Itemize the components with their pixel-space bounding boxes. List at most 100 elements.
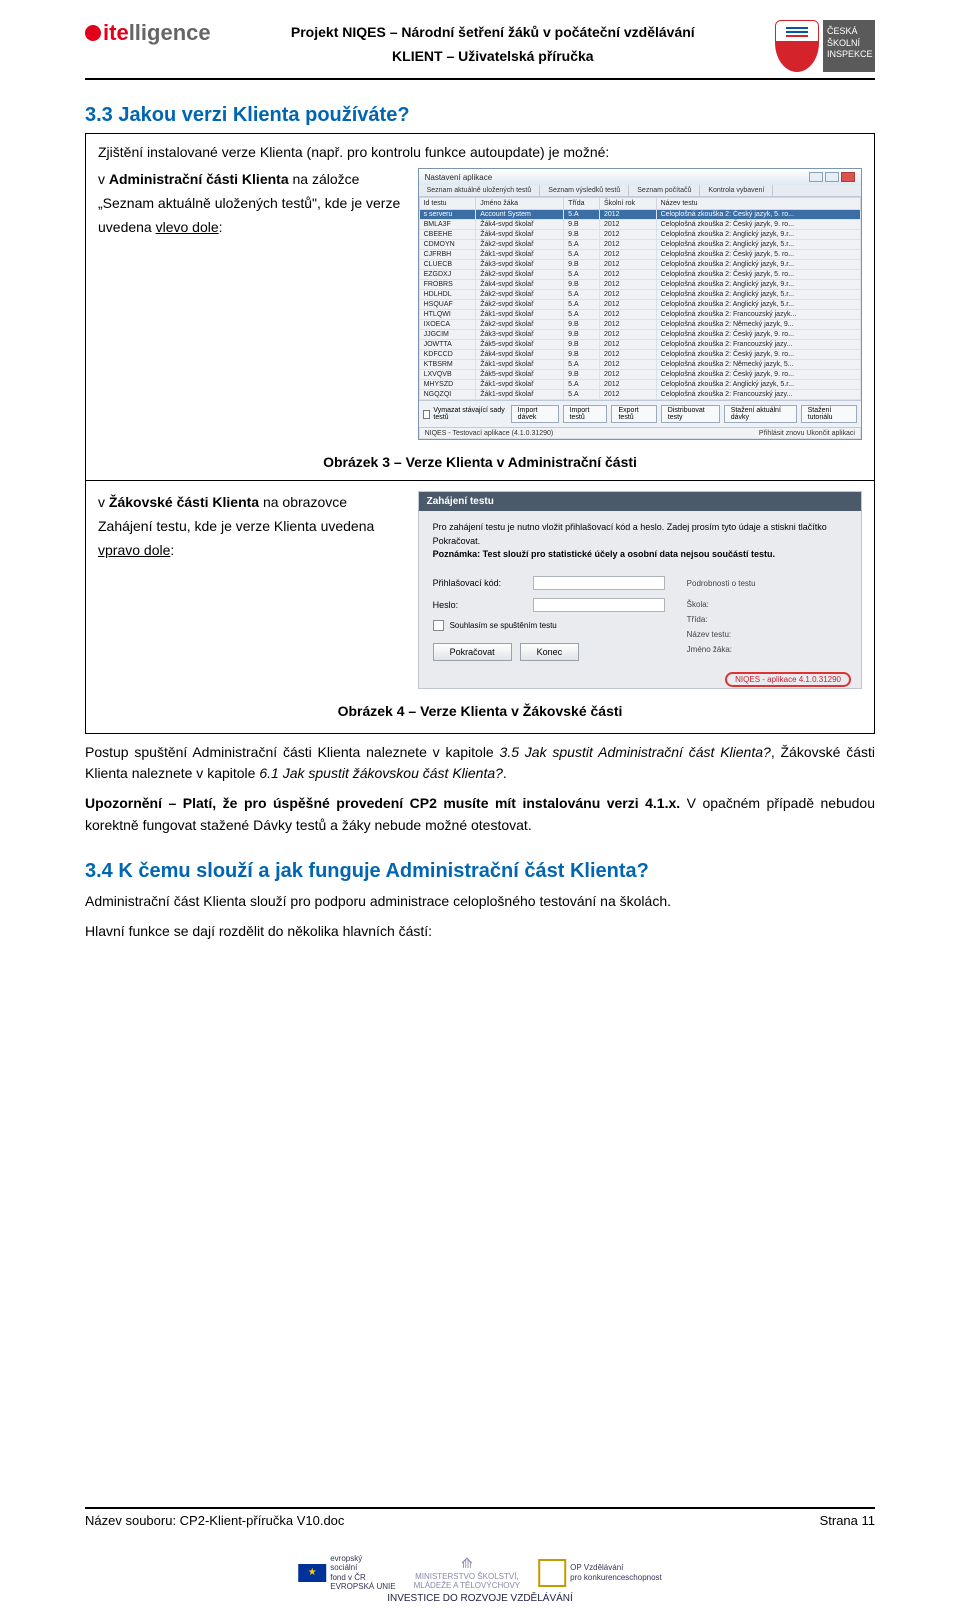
table-cell: Žák2-svpd školař (476, 300, 564, 310)
table-cell: HTLQWI (419, 310, 476, 320)
col-class[interactable]: Třída (564, 198, 600, 210)
screenshot-admin-app: Nastavení aplikace Seznam aktuálně ulože… (418, 168, 862, 440)
table-cell: NGQZQI (419, 390, 476, 400)
tab-1[interactable]: Seznam aktuálně uložených testů (419, 185, 541, 196)
table-row[interactable]: CJFRBHŽák1-svpd školař5.A2012Celoplošná … (419, 250, 860, 260)
table-cell: Celoplošná zkouška 2: Český jazyk, 9. ro… (656, 330, 860, 340)
maximize-icon[interactable] (825, 172, 839, 182)
t: v (98, 494, 109, 510)
table-row[interactable]: HSQUAFŽák2-svpd školař5.A2012Celoplošná … (419, 300, 860, 310)
tab-2[interactable]: Seznam výsledků testů (540, 185, 629, 196)
table-cell: 5.A (564, 360, 600, 370)
input-password[interactable] (533, 598, 665, 612)
t: EVROPSKÁ UNIE (330, 1582, 395, 1592)
login-version: NIQES - aplikace 4.1.0.31290 (419, 671, 861, 688)
table-row[interactable]: FROBRSŽák4-svpd školař9.B2012Celoplošná … (419, 280, 860, 290)
intro-text: Zjištění instalované verze Klienta (např… (98, 144, 862, 160)
table-row[interactable]: MHYSZDŽák1-svpd školař5.A2012Celoplošná … (419, 380, 860, 390)
table-row[interactable]: CBEEHEŽák4-svpd školař9.B2012Celoplošná … (419, 230, 860, 240)
table-row[interactable]: LXVQVBŽák5-svpd školař9.B2012Celoplošná … (419, 370, 860, 380)
p-34-2: Hlavní funkce se dají rozdělit do několi… (85, 921, 875, 943)
table-cell: Account System (476, 210, 564, 220)
t: evropský (330, 1554, 395, 1564)
table-cell: Žák2-svpd školař (476, 290, 564, 300)
table-row[interactable]: CDMOYNŽák2-svpd školař5.A2012Celoplošná … (419, 240, 860, 250)
table-cell: Žák5-svpd školař (476, 340, 564, 350)
table-cell: Žák1-svpd školař (476, 250, 564, 260)
table-row[interactable]: KDFCCDŽák4-svpd školař9.B2012Celoplošná … (419, 350, 860, 360)
table-cell: Celoplošná zkouška 2: Anglický jazyk, 5.… (656, 240, 860, 250)
table-row[interactable]: NGQZQIŽák1-svpd školař5.A2012Celoplošná … (419, 390, 860, 400)
btn-distribute[interactable]: Distribuovat testy (661, 405, 720, 423)
btn-export-tests[interactable]: Export testů (611, 405, 656, 423)
btn-quit[interactable]: Ukončit aplikaci (806, 430, 855, 437)
table-row[interactable]: KTBSRMŽák1-svpd školař5.A2012Celoplošná … (419, 360, 860, 370)
table-cell: Žák3-svpd školař (476, 330, 564, 340)
table-cell: 2012 (599, 220, 656, 230)
heading-3-4: 3.4 K čemu slouží a jak funguje Administ… (85, 860, 875, 883)
btn-download-batch[interactable]: Stažení aktuální dávky (724, 405, 797, 423)
btn-import-tests[interactable]: Import testů (563, 405, 608, 423)
btn-download-tutorial[interactable]: Stažení tutoriálu (801, 405, 857, 423)
table-cell: Celoplošná zkouška 2: Český jazyk, 9. ro… (656, 370, 860, 380)
doc-footer: Název souboru: CP2-Klient-příručka V10.d… (85, 1507, 875, 1528)
table-cell: BMLA3F (419, 220, 476, 230)
btn-end[interactable]: Konec (520, 643, 580, 661)
btn-relogin[interactable]: Přihlásit znovu (759, 430, 805, 437)
checkbox-icon[interactable] (433, 620, 444, 631)
minimize-icon[interactable] (809, 172, 823, 182)
table-row[interactable]: EZGDXJŽák2-svpd školař5.A2012Celoplošná … (419, 270, 860, 280)
table-row[interactable]: BMLA3FŽák4-svpd školař9.B2012Celoplošná … (419, 220, 860, 230)
table-cell: Celoplošná zkouška 2: Český jazyk, 9. ro… (656, 220, 860, 230)
table-row[interactable]: s serveruAccount System5.A2012Celoplošná… (419, 210, 860, 220)
t: 6.1 Jak spustit žákovskou část Klienta? (259, 765, 503, 781)
logo-csi: ČESKÁ ŠKOLNÍ INSPEKCE (775, 20, 875, 72)
table-cell: 9.B (564, 330, 600, 340)
table-cell: Žák2-svpd školař (476, 270, 564, 280)
table-row[interactable]: JJGCIMŽák3-svpd školař9.B2012Celoplošná … (419, 330, 860, 340)
msmt-logo: ⟰ MINISTERSTVO ŠKOLSTVÍ, MLÁDEŽE A TĚLOV… (414, 1555, 521, 1591)
t: OP Vzdělávání (570, 1563, 662, 1573)
btn-continue[interactable]: Pokračovat (433, 643, 512, 661)
p-34-1: Administrační část Klienta slouží pro po… (85, 891, 875, 913)
heading-3-3: 3.3 Jakou verzi Klienta používáte? (85, 104, 875, 127)
doc-subtitle: KLIENT – Uživatelská příručka (392, 48, 594, 64)
t: Administrační části Klienta (109, 171, 289, 187)
table-cell: EZGDXJ (419, 270, 476, 280)
tab-4[interactable]: Kontrola vybavení (700, 185, 773, 196)
body-text: Postup spuštění Administrační části Klie… (85, 742, 875, 837)
col-year[interactable]: Školní rok (599, 198, 656, 210)
btn-import-batch[interactable]: Import dávek (511, 405, 559, 423)
consent-row[interactable]: Souhlasím se spuštěním testu (433, 620, 665, 631)
clear-tests-check[interactable]: Vymazat stávající sady testů (423, 405, 507, 423)
col-name[interactable]: Jméno žáka (476, 198, 564, 210)
table-cell: 2012 (599, 260, 656, 270)
table-row[interactable]: HTLQWIŽák1-svpd školař5.A2012Celoplošná … (419, 310, 860, 320)
col-id[interactable]: Id testu (419, 198, 476, 210)
p-warning: Upozornění – Platí, že pro úspěšné prove… (85, 793, 875, 836)
table-row[interactable]: HDLHDLŽák2-svpd školař5.A2012Celoplošná … (419, 290, 860, 300)
table-row[interactable]: IXOECAŽák2-svpd školař9.B2012Celoplošná … (419, 320, 860, 330)
input-code[interactable] (533, 576, 665, 590)
table-cell: 2012 (599, 380, 656, 390)
table-cell: LXVQVB (419, 370, 476, 380)
table-cell: Celoplošná zkouška 2: Český jazyk, 5. ro… (656, 210, 860, 220)
caption-fig3: Obrázek 3 – Verze Klienta v Administračn… (98, 454, 862, 470)
col-test[interactable]: Název testu (656, 198, 860, 210)
table-cell: CJFRBH (419, 250, 476, 260)
table-cell: 2012 (599, 320, 656, 330)
t: Vymazat stávající sady testů (433, 407, 506, 421)
eu-flag-icon (298, 1564, 326, 1582)
table-cell: 2012 (599, 290, 656, 300)
footer-filename: Název souboru: CP2-Klient-příručka V10.d… (85, 1513, 344, 1528)
tab-3[interactable]: Seznam počítačů (629, 185, 700, 196)
table-cell: HSQUAF (419, 300, 476, 310)
table-cell: Žák1-svpd školař (476, 390, 564, 400)
table-cell: 2012 (599, 300, 656, 310)
table-cell: 5.A (564, 240, 600, 250)
table-row[interactable]: JOWTTAŽák5-svpd školař9.B2012Celoplošná … (419, 340, 860, 350)
table-row[interactable]: CLUECBŽák3-svpd školař9.B2012Celoplošná … (419, 260, 860, 270)
table-cell: 5.A (564, 300, 600, 310)
table-cell: Celoplošná zkouška 2: Francouzský jazy..… (656, 390, 860, 400)
close-icon[interactable] (841, 172, 855, 182)
